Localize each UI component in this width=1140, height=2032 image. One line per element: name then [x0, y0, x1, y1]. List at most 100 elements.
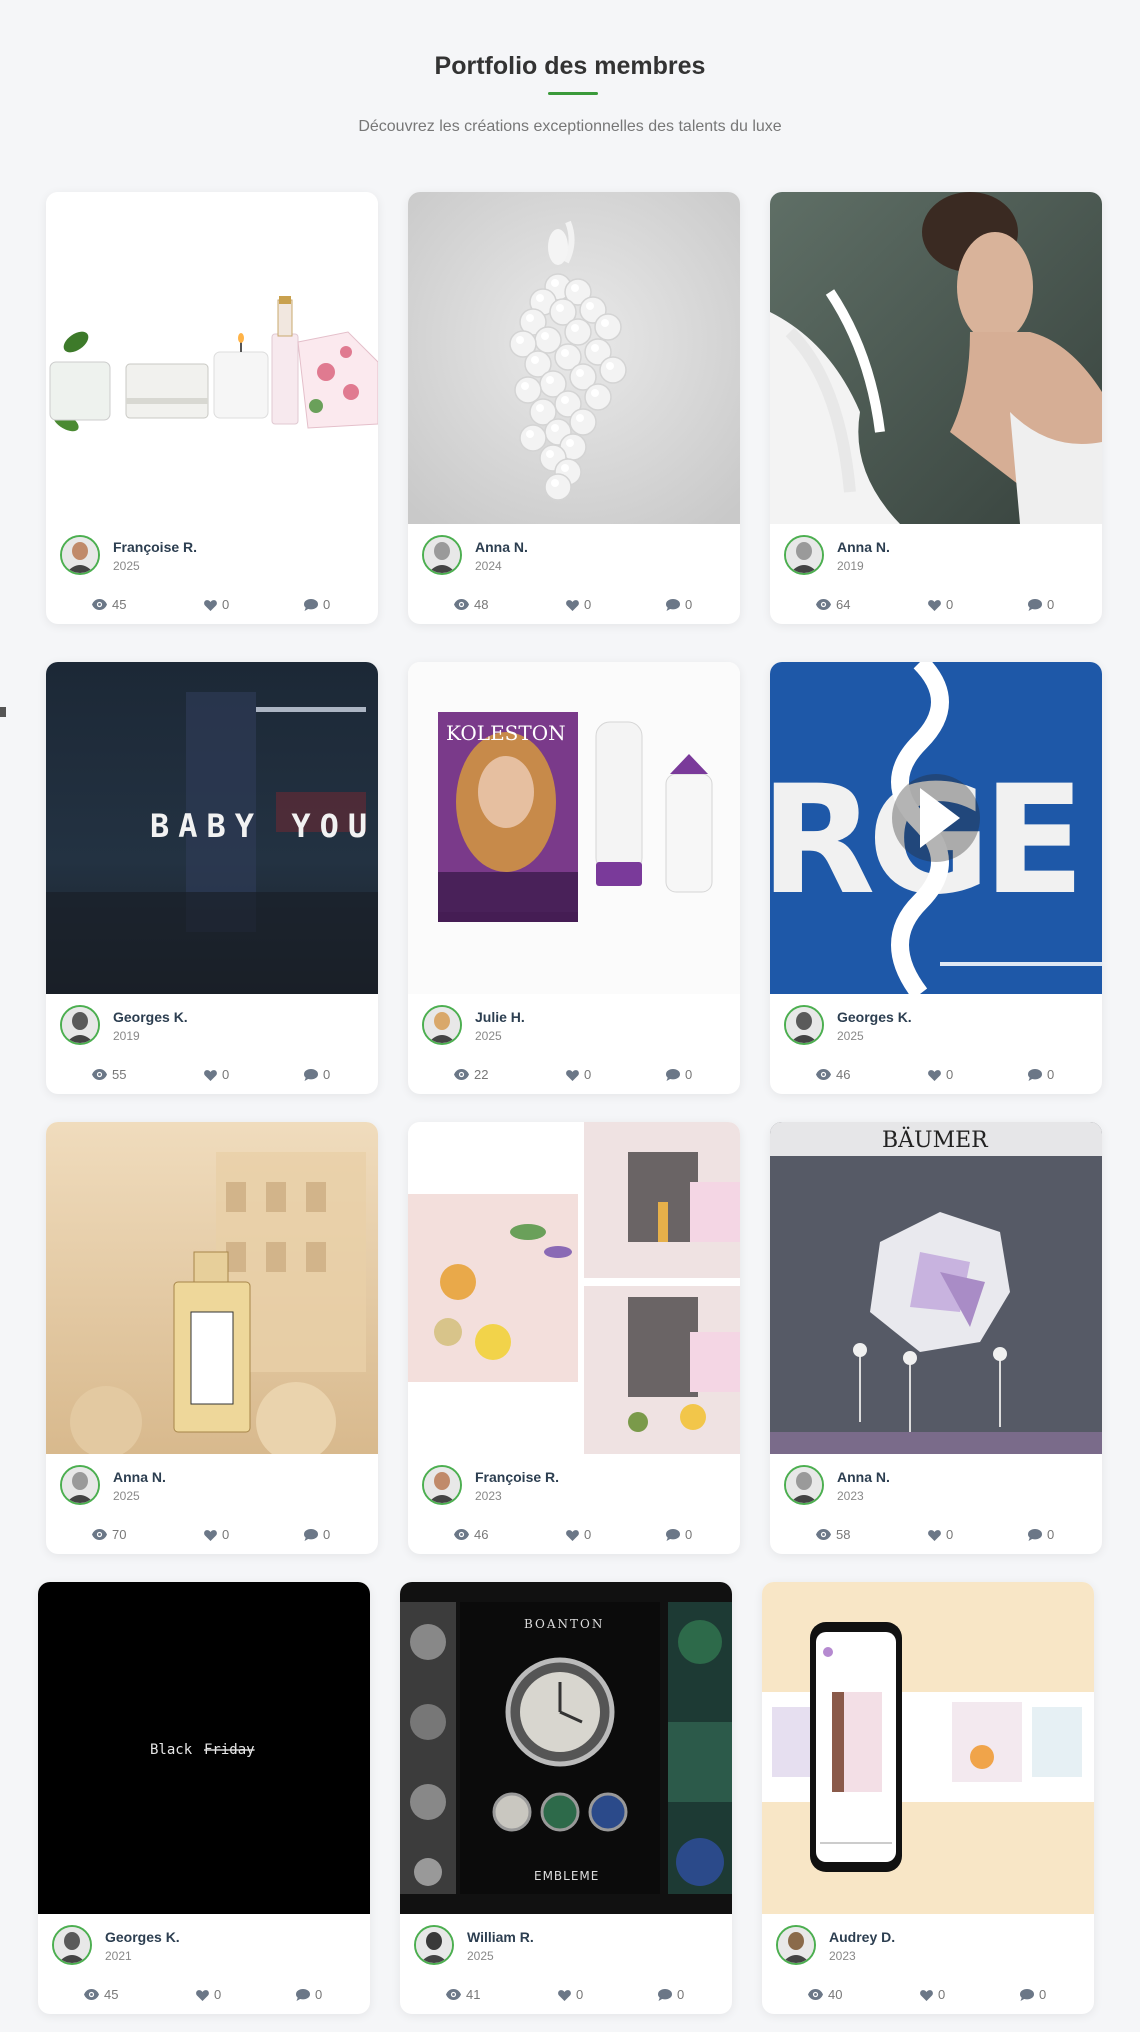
author-name[interactable]: Georges K.	[113, 1009, 188, 1025]
comments-stat[interactable]: 0	[666, 597, 692, 612]
heart-icon[interactable]	[920, 1989, 933, 2001]
image-text: BOANTON	[524, 1617, 604, 1631]
likes-stat[interactable]: 0	[928, 597, 953, 612]
heart-icon[interactable]	[196, 1989, 209, 2001]
heart-icon[interactable]	[928, 1529, 941, 1541]
heart-icon[interactable]	[566, 599, 579, 611]
avatar[interactable]	[422, 535, 462, 575]
portfolio-card[interactable]: BABY YOU Georges K. 2019 55 0 0	[46, 662, 378, 1094]
image-text: Black	[150, 1742, 193, 1758]
heart-icon[interactable]	[928, 599, 941, 611]
comment-icon[interactable]	[666, 1528, 680, 1541]
comments-stat[interactable]: 0	[1028, 1527, 1054, 1542]
avatar[interactable]	[414, 1925, 454, 1965]
portfolio-thumbnail[interactable]: BÄUMER	[770, 1122, 1102, 1454]
avatar[interactable]	[784, 1005, 824, 1045]
portfolio-thumbnail[interactable]: KOLESTON	[408, 662, 740, 994]
portfolio-thumbnail[interactable]	[408, 192, 740, 524]
avatar[interactable]	[776, 1925, 816, 1965]
author-name[interactable]: Françoise R.	[113, 539, 197, 555]
comments-stat[interactable]: 0	[1028, 597, 1054, 612]
likes-stat[interactable]: 0	[566, 597, 591, 612]
heart-icon[interactable]	[204, 599, 217, 611]
avatar[interactable]	[784, 1465, 824, 1505]
portfolio-thumbnail[interactable]	[770, 192, 1102, 524]
comments-stat[interactable]: 0	[1020, 1987, 1046, 2002]
portfolio-thumbnail[interactable]	[46, 192, 378, 524]
likes-stat[interactable]: 0	[920, 1987, 945, 2002]
portfolio-thumbnail[interactable]: RGE KHA	[770, 662, 1102, 994]
author-name[interactable]: Anna N.	[475, 539, 528, 555]
likes-stat[interactable]: 0	[204, 1067, 229, 1082]
comments-stat[interactable]: 0	[666, 1067, 692, 1082]
author-name[interactable]: Anna N.	[113, 1469, 166, 1485]
heart-icon[interactable]	[928, 1069, 941, 1081]
comment-icon[interactable]	[1020, 1988, 1034, 2001]
portfolio-thumbnail[interactable]: BOANTON EMBLEME	[400, 1582, 732, 1914]
portfolio-thumbnail[interactable]: Black Friday	[38, 1582, 370, 1914]
heart-icon[interactable]	[204, 1069, 217, 1081]
portfolio-card[interactable]: Anna N. 2019 64 0 0	[770, 192, 1102, 624]
avatar[interactable]	[60, 1005, 100, 1045]
comment-icon[interactable]	[296, 1988, 310, 2001]
likes-stat[interactable]: 0	[928, 1527, 953, 1542]
portfolio-thumbnail[interactable]	[762, 1582, 1094, 1914]
heart-icon[interactable]	[566, 1529, 579, 1541]
likes-stat[interactable]: 0	[558, 1987, 583, 2002]
portfolio-thumbnail[interactable]	[408, 1122, 740, 1454]
portfolio-thumbnail[interactable]	[46, 1122, 378, 1454]
comments-stat[interactable]: 0	[658, 1987, 684, 2002]
author-name[interactable]: William R.	[467, 1929, 534, 1945]
comment-icon[interactable]	[666, 1068, 680, 1081]
likes-stat[interactable]: 0	[566, 1067, 591, 1082]
comment-icon[interactable]	[304, 598, 318, 611]
avatar[interactable]	[784, 535, 824, 575]
portfolio-card[interactable]: Françoise R. 2023 46 0 0	[408, 1122, 740, 1554]
portfolio-thumbnail[interactable]: BABY YOU	[46, 662, 378, 994]
author-name[interactable]: Anna N.	[837, 539, 890, 555]
portfolio-card[interactable]: Anna N. 2025 70 0 0	[46, 1122, 378, 1554]
author-name[interactable]: Audrey D.	[829, 1929, 895, 1945]
likes-stat[interactable]: 0	[204, 597, 229, 612]
comments-stat[interactable]: 0	[666, 1527, 692, 1542]
portfolio-card[interactable]: Françoise R. 2025 45 0 0	[46, 192, 378, 624]
portfolio-card[interactable]: BOANTON EMBLEME William R. 2025 41 0 0	[400, 1582, 732, 2014]
comments-stat[interactable]: 0	[296, 1987, 322, 2002]
heart-icon[interactable]	[566, 1069, 579, 1081]
likes-stat[interactable]: 0	[566, 1527, 591, 1542]
avatar[interactable]	[422, 1005, 462, 1045]
author-name[interactable]: Anna N.	[837, 1469, 890, 1485]
comment-icon[interactable]	[1028, 1528, 1042, 1541]
likes-stat[interactable]: 0	[928, 1067, 953, 1082]
likes-stat[interactable]: 0	[196, 1987, 221, 2002]
heart-icon[interactable]	[204, 1529, 217, 1541]
portfolio-card[interactable]: Black Friday Georges K. 2021 45 0 0	[38, 1582, 370, 2014]
portfolio-card[interactable]: RGE KHA Georges K. 2025 46 0 0	[770, 662, 1102, 1094]
comments-stat[interactable]: 0	[304, 1527, 330, 1542]
comments-stat[interactable]: 0	[304, 1067, 330, 1082]
avatar[interactable]	[52, 1925, 92, 1965]
author-name[interactable]: Françoise R.	[475, 1469, 559, 1485]
author-name[interactable]: Georges K.	[105, 1929, 180, 1945]
comment-icon[interactable]	[304, 1528, 318, 1541]
comment-icon[interactable]	[1028, 1068, 1042, 1081]
avatar[interactable]	[422, 1465, 462, 1505]
heart-icon[interactable]	[558, 1989, 571, 2001]
portfolio-card[interactable]: Audrey D. 2023 40 0 0	[762, 1582, 1094, 2014]
likes-count: 0	[576, 1987, 584, 2002]
comment-icon[interactable]	[666, 598, 680, 611]
comment-icon[interactable]	[304, 1068, 318, 1081]
avatar[interactable]	[60, 1465, 100, 1505]
avatar[interactable]	[60, 535, 100, 575]
portfolio-card[interactable]: BÄUMER Anna N. 2023 58 0 0	[770, 1122, 1102, 1554]
likes-stat[interactable]: 0	[204, 1527, 229, 1542]
author-name[interactable]: Georges K.	[837, 1009, 912, 1025]
comments-stat[interactable]: 0	[1028, 1067, 1054, 1082]
comment-icon[interactable]	[1028, 598, 1042, 611]
comments-stat[interactable]: 0	[304, 597, 330, 612]
author-name[interactable]: Julie H.	[475, 1009, 525, 1025]
portfolio-card[interactable]: KOLESTON Julie H. 2025 22 0 0	[408, 662, 740, 1094]
portfolio-card[interactable]: Anna N. 2024 48 0 0	[408, 192, 740, 624]
card-meta: Julie H. 2025 22 0 0	[408, 994, 740, 1094]
comment-icon[interactable]	[658, 1988, 672, 2001]
